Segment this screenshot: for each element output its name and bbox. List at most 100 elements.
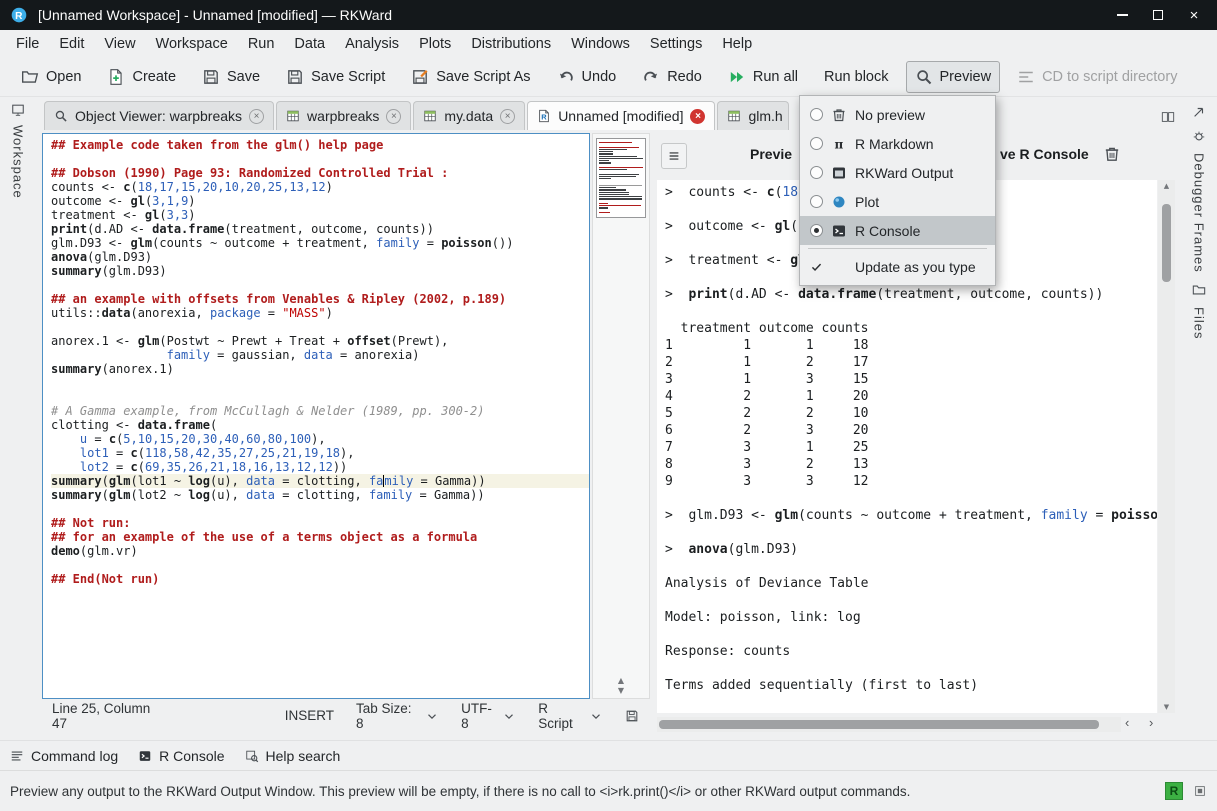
tab-close-button[interactable]: × bbox=[386, 109, 401, 124]
tab-close-button[interactable]: × bbox=[690, 109, 705, 124]
editor-line: ## Dobson (1990) Page 93: Randomized Con… bbox=[51, 166, 589, 180]
editor-line bbox=[51, 558, 589, 572]
r-script-icon: R bbox=[537, 109, 551, 123]
tab-close-button[interactable]: × bbox=[500, 109, 515, 124]
toolview-command-log[interactable]: Command log bbox=[10, 748, 118, 764]
toolbar-undo[interactable]: Undo bbox=[548, 61, 626, 93]
right-dock-files-tab[interactable]: Files bbox=[1192, 307, 1207, 339]
preview-menu-item-no-preview[interactable]: No preview bbox=[800, 100, 995, 129]
undo-icon bbox=[557, 68, 575, 86]
menu-settings[interactable]: Settings bbox=[640, 32, 712, 56]
right-dock-debugger-frames-tab[interactable]: Debugger Frames bbox=[1192, 153, 1207, 273]
toolbar-save[interactable]: Save bbox=[193, 61, 269, 93]
console-line: Analysis of Deviance Table bbox=[665, 575, 1157, 592]
tab-close-button[interactable]: × bbox=[249, 109, 264, 124]
left-dock-bar[interactable]: Workspace bbox=[0, 97, 36, 740]
scroll-up-icon[interactable]: ▲ bbox=[1158, 182, 1175, 190]
horizontal-scroll-thumb[interactable] bbox=[659, 720, 1099, 729]
preview-menu-item-r-markdown[interactable]: πR Markdown bbox=[800, 129, 995, 158]
toolbar: OpenCreateSaveSave ScriptSave Script As U… bbox=[0, 58, 1217, 97]
editor-line: clotting <- data.frame( bbox=[51, 418, 589, 432]
toolbar-create[interactable]: Create bbox=[98, 61, 185, 93]
statusbar-grid-icon[interactable] bbox=[1193, 784, 1207, 798]
rkward-app-icon: R bbox=[10, 6, 28, 24]
editor-text-area[interactable]: ## Example code taken from the glm() hel… bbox=[43, 134, 589, 698]
menu-help[interactable]: Help bbox=[712, 32, 762, 56]
run-all-icon bbox=[728, 68, 746, 86]
minimap-scroll-arrows[interactable]: ▲▼ bbox=[593, 676, 649, 696]
preview-options-button[interactable] bbox=[661, 143, 687, 169]
magnifier-icon bbox=[54, 109, 68, 123]
menu-data[interactable]: Data bbox=[284, 32, 335, 56]
script-editor[interactable]: ## Example code taken from the glm() hel… bbox=[42, 133, 590, 699]
preview-menu-item-r-console[interactable]: R Console bbox=[800, 216, 995, 245]
menu-analysis[interactable]: Analysis bbox=[335, 32, 409, 56]
minimize-button[interactable] bbox=[1109, 4, 1135, 26]
menu-file[interactable]: File bbox=[6, 32, 49, 56]
right-dock-bar[interactable]: Debugger Frames Files bbox=[1181, 97, 1217, 740]
check-icon bbox=[810, 259, 823, 275]
menu-view[interactable]: View bbox=[94, 32, 145, 56]
scroll-down-icon[interactable]: ▼ bbox=[1158, 703, 1175, 711]
toolbar-save-script-as[interactable]: Save Script As bbox=[402, 61, 539, 93]
toolview-label: R Console bbox=[159, 748, 224, 764]
tab-my-data[interactable]: my.data × bbox=[413, 101, 525, 130]
menu-item-label: Update as you type bbox=[855, 259, 976, 275]
maximize-button[interactable] bbox=[1145, 4, 1171, 26]
editor-line: summary(glm.D93) bbox=[51, 264, 589, 278]
status-tab-size-selector[interactable]: Tab Size: 8 bbox=[356, 701, 439, 731]
close-button[interactable]: × bbox=[1181, 4, 1207, 26]
status-insert-mode[interactable]: INSERT bbox=[285, 708, 334, 723]
console-line: 8 3 2 13 bbox=[665, 456, 1157, 473]
left-dock-workspace-tab[interactable]: Workspace bbox=[11, 125, 26, 199]
save-icon[interactable] bbox=[625, 709, 639, 723]
console-line bbox=[665, 660, 1157, 677]
toolbar-open[interactable]: Open bbox=[12, 61, 90, 93]
console-vertical-scrollbar[interactable]: ▲ ▼ bbox=[1158, 180, 1175, 713]
menu-edit[interactable]: Edit bbox=[49, 32, 94, 56]
plot-icon bbox=[831, 194, 847, 210]
status-encoding-selector[interactable]: UTF-8 bbox=[461, 701, 516, 731]
toolview-help-search[interactable]: Help search bbox=[245, 748, 341, 764]
toolbar-cd-to-script-directory[interactable]: CD to script directory bbox=[1008, 61, 1186, 93]
tab-unnamed-modified[interactable]: RUnnamed [modified]× bbox=[527, 101, 715, 130]
tab-object-viewer-warpbreaks[interactable]: Object Viewer: warpbreaks× bbox=[44, 101, 274, 130]
toolview-r-console[interactable]: R Console bbox=[138, 748, 224, 764]
console-line bbox=[665, 711, 1157, 713]
status-filetype-selector[interactable]: R Script bbox=[538, 701, 603, 731]
minimap-thumbnail[interactable] bbox=[596, 138, 646, 218]
toolbar-preview[interactable]: Preview bbox=[906, 61, 1001, 93]
tab-warpbreaks[interactable]: warpbreaks× bbox=[276, 101, 411, 130]
menu-plots[interactable]: Plots bbox=[409, 32, 461, 56]
toolbar-redo[interactable]: Redo bbox=[633, 61, 711, 93]
toolbar-label-redo: Redo bbox=[667, 69, 702, 85]
save-icon bbox=[286, 68, 304, 86]
toolbar-run-block[interactable]: Run block bbox=[815, 62, 897, 92]
menu-windows[interactable]: Windows bbox=[561, 32, 640, 56]
detach-view-icon[interactable] bbox=[1192, 105, 1206, 119]
tab-glm-h[interactable]: glm.h bbox=[717, 101, 789, 130]
editor-minimap[interactable]: ▲▼ bbox=[592, 133, 650, 699]
radio-r-console-icon bbox=[810, 224, 823, 237]
preview-menu-item-plot[interactable]: Plot bbox=[800, 187, 995, 216]
console-horizontal-scrollbar[interactable] bbox=[657, 717, 1121, 732]
tab-label: my.data bbox=[444, 108, 493, 124]
preview-menu-item-rkward-output[interactable]: RKWard Output bbox=[800, 158, 995, 187]
menu-run[interactable]: Run bbox=[238, 32, 285, 56]
preview-menu-item-update-as-you-type[interactable]: Update as you type bbox=[800, 252, 995, 281]
menu-workspace[interactable]: Workspace bbox=[146, 32, 238, 56]
vertical-scroll-thumb[interactable] bbox=[1162, 204, 1171, 282]
toolbar-save-script[interactable]: Save Script bbox=[277, 61, 394, 93]
toolbar-run-all[interactable]: Run all bbox=[719, 61, 807, 93]
menu-separator bbox=[808, 248, 987, 249]
horizontal-scroll-arrows[interactable]: ‹ › bbox=[1125, 715, 1161, 730]
chevron-down-icon bbox=[425, 709, 439, 723]
menu-distributions[interactable]: Distributions bbox=[461, 32, 561, 56]
delete-preview-icon[interactable] bbox=[1103, 145, 1121, 163]
pi-icon: π bbox=[831, 136, 847, 152]
debugger-icon bbox=[1192, 129, 1206, 143]
r-engine-status-badge[interactable]: R bbox=[1165, 782, 1183, 800]
rkward-output-icon bbox=[831, 165, 847, 181]
split-view-icon[interactable] bbox=[1161, 110, 1175, 124]
trash-icon bbox=[831, 107, 847, 123]
